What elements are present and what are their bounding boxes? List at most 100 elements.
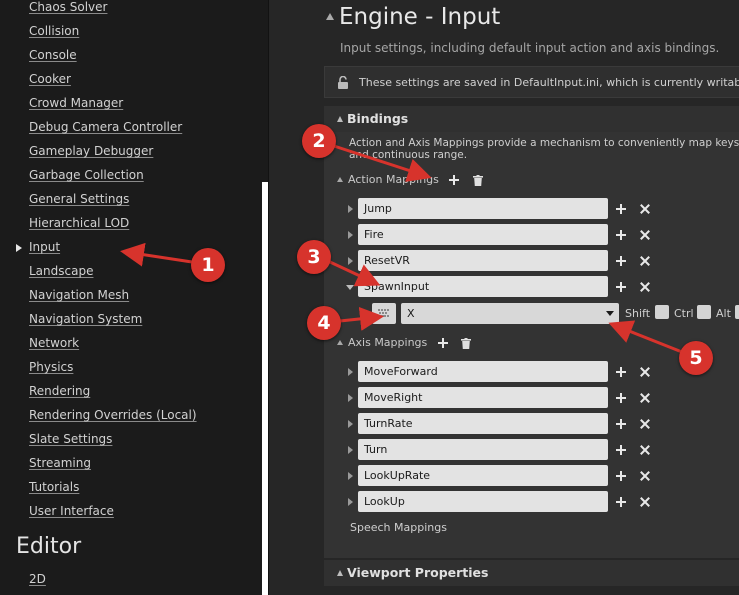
collapse-arrow-icon[interactable] [326,13,334,20]
sidebar-item-input[interactable]: Input [29,240,60,254]
sidebar-item-physics[interactable]: Physics [29,360,73,374]
axis-name-field[interactable]: MoveForward [358,361,608,382]
bindings-description: Action and Axis Mappings provide a mecha… [349,137,739,161]
sidebar-item-network[interactable]: Network [29,336,79,350]
expand-arrow-icon[interactable] [348,498,353,506]
collapse-arrow-icon[interactable] [337,177,343,182]
sidebar-item-crowd-manager[interactable]: Crowd Manager [29,96,123,110]
remove-x-icon[interactable] [640,282,650,292]
annotation-badge-3: 3 [297,240,331,274]
bindings-header[interactable]: Bindings [324,106,739,132]
sidebar-item-hierarchical-lod[interactable]: Hierarchical LOD [29,216,129,230]
action-mapping-row-expanded: SpawnInput [324,276,739,298]
expand-arrow-icon[interactable] [348,420,353,428]
add-key-plus-icon[interactable] [616,256,626,266]
sidebar-item-landscape[interactable]: Landscape [29,264,93,278]
sidebar-item-streaming[interactable]: Streaming [29,456,91,470]
notice-text: These settings are saved in DefaultInput… [359,76,739,89]
annotation-badge-5: 5 [679,341,713,375]
key-picker-button[interactable] [372,303,396,324]
viewport-properties-header[interactable]: Viewport Properties [324,560,739,586]
ctrl-label: Ctrl [674,307,694,320]
expand-arrow-icon[interactable] [348,257,353,265]
add-key-plus-icon[interactable] [616,393,626,403]
axis-mapping-row: LookUpRate [324,465,739,487]
sidebar-item-user-interface[interactable]: User Interface [29,504,114,518]
bindings-title: Bindings [347,111,409,126]
sidebar-item-chaos-solver[interactable]: Chaos Solver [29,0,107,14]
add-key-plus-icon[interactable] [616,419,626,429]
clear-action-mappings-trash-icon[interactable] [472,174,483,186]
expand-arrow-icon[interactable] [348,446,353,454]
remove-x-icon[interactable] [640,230,650,240]
sidebar-item-2d[interactable]: 2D [29,572,46,586]
action-name-field[interactable]: SpawnInput [358,276,608,297]
add-key-plus-icon[interactable] [616,204,626,214]
sidebar-item-general-settings[interactable]: General Settings [29,192,129,206]
sidebar-item-gameplay-debugger[interactable]: Gameplay Debugger [29,144,153,158]
expand-arrow-icon[interactable] [348,472,353,480]
action-name-field[interactable]: Fire [358,224,608,245]
shift-checkbox[interactable] [655,305,669,319]
action-name-field[interactable]: ResetVR [358,250,608,271]
axis-name-field[interactable]: MoveRight [358,387,608,408]
remove-x-icon[interactable] [640,393,650,403]
speech-mappings-label[interactable]: Speech Mappings [350,521,447,534]
clear-axis-mappings-trash-icon[interactable] [461,337,472,349]
axis-name-field[interactable]: LookUp [358,491,608,512]
axis-name-field[interactable]: Turn [358,439,608,460]
action-mapping-row: Jump [324,198,739,220]
sidebar-item-navigation-mesh[interactable]: Navigation Mesh [29,288,129,302]
sidebar-item-debug-camera[interactable]: Debug Camera Controller [29,120,182,134]
remove-x-icon[interactable] [640,419,650,429]
key-select-value: X [407,307,415,320]
shift-label: Shift [625,307,651,320]
add-key-plus-icon[interactable] [616,445,626,455]
axis-name-field[interactable]: LookUpRate [358,465,608,486]
expand-arrow-icon[interactable] [348,394,353,402]
axis-mapping-row: Turn [324,439,739,461]
sidebar-item-tutorials[interactable]: Tutorials [29,480,79,494]
add-key-plus-icon[interactable] [616,497,626,507]
add-key-plus-icon[interactable] [616,230,626,240]
key-select-dropdown[interactable]: X [401,303,619,324]
action-name-field[interactable]: Jump [358,198,608,219]
sidebar-item-navigation-system[interactable]: Navigation System [29,312,142,326]
settings-sidebar: Chaos Solver Collision Console Cooker Cr… [0,0,270,595]
remove-x-icon[interactable] [640,367,650,377]
collapse-arrow-icon[interactable] [346,285,354,290]
bindings-section: Bindings Action and Axis Mappings provid… [324,106,739,558]
annotation-badge-4: 4 [307,306,341,340]
add-axis-mapping-plus-icon[interactable] [437,338,448,348]
remove-x-icon[interactable] [640,497,650,507]
remove-x-icon[interactable] [640,445,650,455]
axis-name-field[interactable]: TurnRate [358,413,608,434]
remove-x-icon[interactable] [640,204,650,214]
sidebar-item-collision[interactable]: Collision [29,24,79,38]
expand-arrow-icon[interactable] [348,368,353,376]
sidebar-item-rendering[interactable]: Rendering [29,384,90,398]
alt-label: Alt [716,307,731,320]
sidebar-section-editor: Editor [16,534,82,559]
add-action-mapping-plus-icon[interactable] [449,175,460,185]
page-title: Engine - Input [339,4,501,30]
add-key-plus-icon[interactable] [616,282,626,292]
action-mapping-row: Fire [324,224,739,246]
remove-x-icon[interactable] [640,471,650,481]
collapse-arrow-icon[interactable] [337,340,343,345]
keyboard-icon [378,309,389,317]
sidebar-item-slate-settings[interactable]: Slate Settings [29,432,112,446]
alt-checkbox[interactable] [735,305,739,319]
sidebar-item-rendering-overrides[interactable]: Rendering Overrides (Local) [29,408,197,422]
panel-divider[interactable] [268,0,298,595]
sidebar-item-garbage-collection[interactable]: Garbage Collection [29,168,144,182]
remove-x-icon[interactable] [640,256,650,266]
key-binding-row: X Shift Ctrl Alt [324,302,739,326]
add-key-plus-icon[interactable] [616,367,626,377]
sidebar-item-console[interactable]: Console [29,48,77,62]
ctrl-checkbox[interactable] [697,305,711,319]
expand-arrow-icon[interactable] [348,231,353,239]
add-key-plus-icon[interactable] [616,471,626,481]
expand-arrow-icon[interactable] [348,205,353,213]
sidebar-item-cooker[interactable]: Cooker [29,72,71,86]
